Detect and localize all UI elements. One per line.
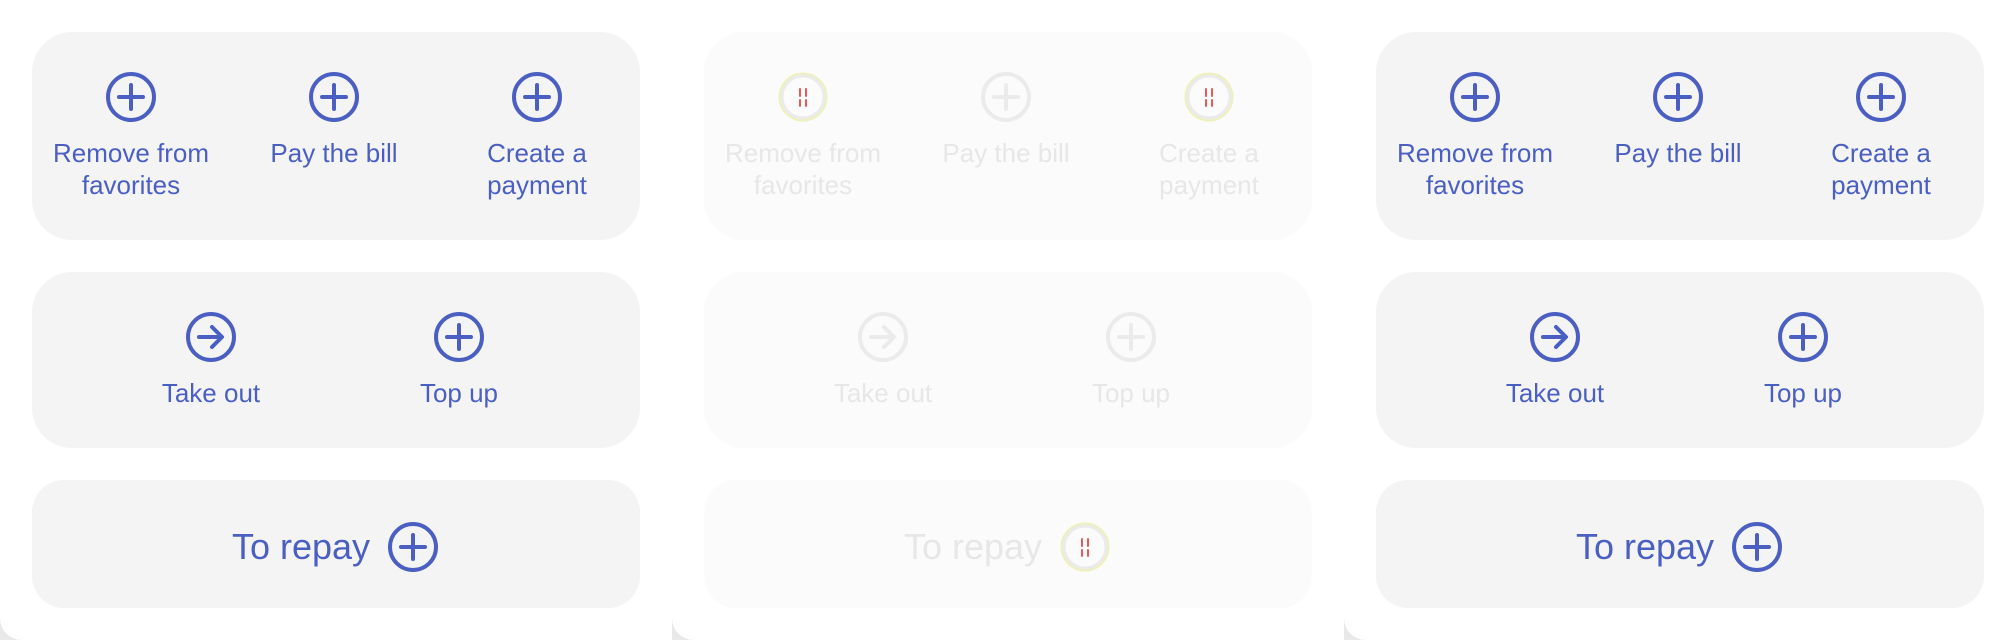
loading-icon [1058, 520, 1112, 574]
single-action-card: To repay [704, 480, 1312, 608]
plus-circle-icon [1854, 70, 1908, 124]
plus-circle-icon [1651, 70, 1705, 124]
button-label: Remove from favorites [724, 138, 882, 200]
three-action-card: Remove from favorites Pay the bill Creat… [1376, 32, 1984, 240]
button-label: Create a payment [1831, 138, 1931, 200]
top-up-button[interactable]: Top up [1031, 310, 1231, 409]
button-label: Create a payment [1159, 138, 1259, 200]
arrow-right-circle-icon [856, 310, 910, 364]
arrow-right-circle-icon [184, 310, 238, 364]
button-label: Take out [161, 378, 261, 408]
three-action-card: Remove from favorites Pay the bill Creat… [32, 32, 640, 240]
to-repay-button[interactable]: To repay [704, 520, 1312, 574]
button-label: Create a payment [487, 138, 587, 200]
create-a-payment-button[interactable]: Create a payment [1114, 70, 1304, 201]
plus-circle-icon [104, 70, 158, 124]
plus-circle-icon [1730, 520, 1784, 574]
single-action-card: To repay [32, 480, 640, 608]
button-label: Take out [1505, 378, 1605, 408]
create-a-payment-button[interactable]: Create a payment [1786, 70, 1976, 201]
button-label: To repay [1575, 526, 1715, 567]
top-up-button[interactable]: Top up [359, 310, 559, 409]
pay-the-bill-button[interactable]: Pay the bill [1583, 70, 1773, 169]
loading-icon [1182, 70, 1236, 124]
loading-icon [776, 70, 830, 124]
top-up-button[interactable]: Top up [1703, 310, 1903, 409]
pay-the-bill-button[interactable]: Pay the bill [239, 70, 429, 169]
three-action-card: Remove from favorites Pay the bill Creat… [704, 32, 1312, 240]
plus-circle-icon [1776, 310, 1830, 364]
plus-circle-icon [1448, 70, 1502, 124]
button-label: Remove from favorites [52, 138, 210, 200]
button-group-column-disabled: Remove from favorites Pay the bill Creat… [672, 0, 1344, 640]
remove-from-favorites-button[interactable]: Remove from favorites [708, 70, 898, 201]
remove-from-favorites-button[interactable]: Remove from favorites [1380, 70, 1570, 201]
button-label: Top up [419, 378, 499, 408]
button-group-column-normal: Remove from favorites Pay the bill Creat… [0, 0, 672, 640]
button-label: Pay the bill [1614, 138, 1742, 168]
button-label: Pay the bill [942, 138, 1070, 168]
plus-circle-icon [510, 70, 564, 124]
plus-circle-icon [432, 310, 486, 364]
to-repay-button[interactable]: To repay [1376, 520, 1984, 574]
plus-circle-icon [1104, 310, 1158, 364]
create-a-payment-button[interactable]: Create a payment [442, 70, 632, 201]
two-action-card: Take out Top up [32, 272, 640, 448]
button-label: Top up [1091, 378, 1171, 408]
button-label: To repay [231, 526, 371, 567]
pay-the-bill-button[interactable]: Pay the bill [911, 70, 1101, 169]
two-action-card: Take out Top up [704, 272, 1312, 448]
plus-circle-icon [386, 520, 440, 574]
arrow-right-circle-icon [1528, 310, 1582, 364]
button-label: Top up [1763, 378, 1843, 408]
button-label: Remove from favorites [1396, 138, 1554, 200]
button-label: To repay [903, 526, 1043, 567]
plus-circle-icon [307, 70, 361, 124]
to-repay-button[interactable]: To repay [32, 520, 640, 574]
button-label: Pay the bill [270, 138, 398, 168]
plus-circle-icon [979, 70, 1033, 124]
button-group-column-normal: Remove from favorites Pay the bill Creat… [1344, 0, 2016, 640]
take-out-button[interactable]: Take out [111, 310, 311, 409]
take-out-button[interactable]: Take out [783, 310, 983, 409]
button-label: Take out [833, 378, 933, 408]
remove-from-favorites-button[interactable]: Remove from favorites [36, 70, 226, 201]
take-out-button[interactable]: Take out [1455, 310, 1655, 409]
two-action-card: Take out Top up [1376, 272, 1984, 448]
single-action-card: To repay [1376, 480, 1984, 608]
